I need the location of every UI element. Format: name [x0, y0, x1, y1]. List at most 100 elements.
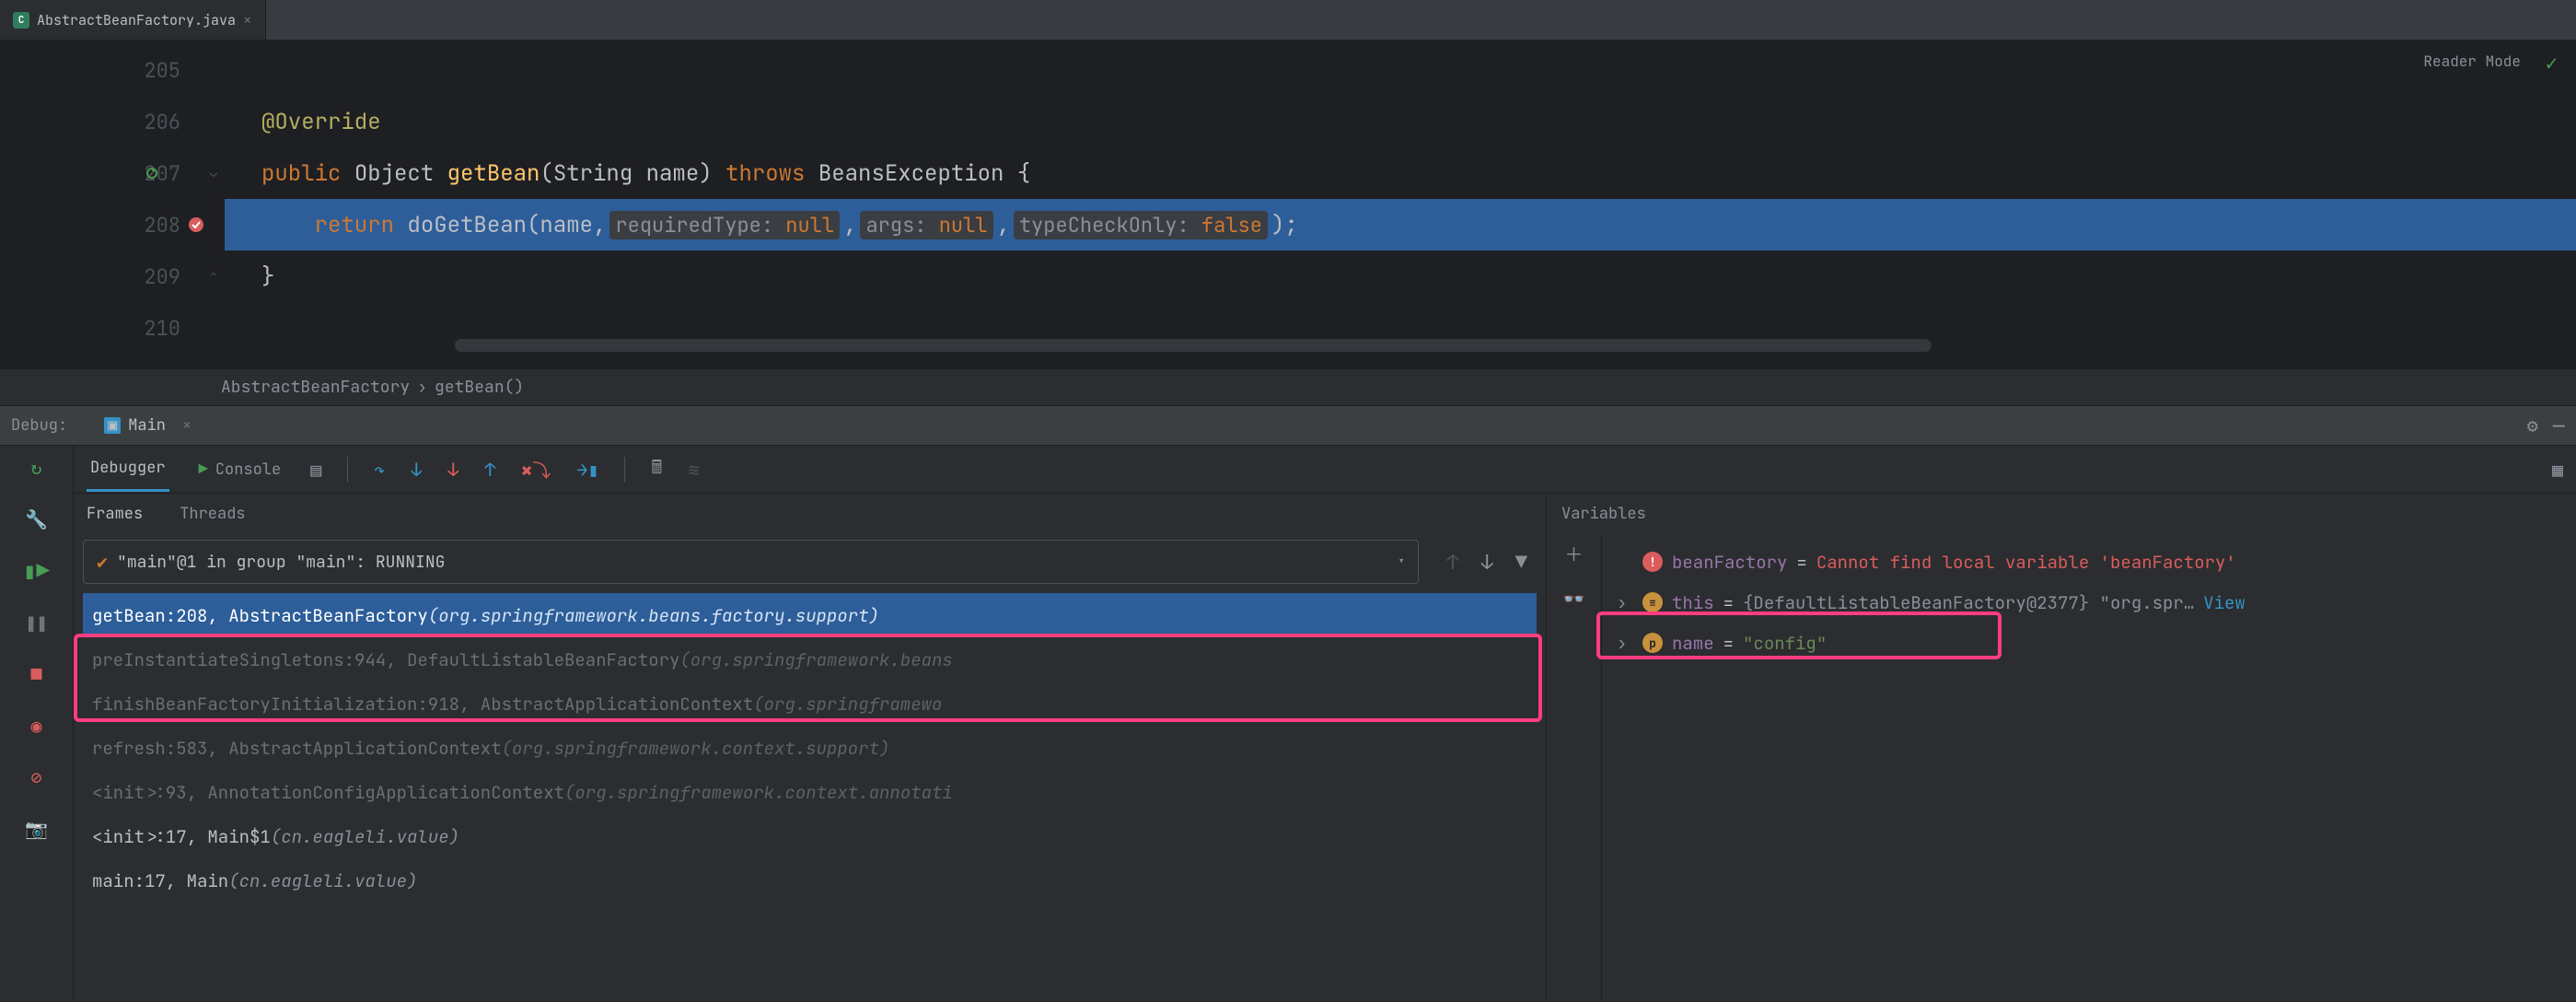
gutter: 205 206 207 208 209 210: [0, 41, 203, 368]
inlay-hint: typeCheckOnly: false: [1014, 211, 1268, 239]
code-editor[interactable]: 205 206 207 208 209 210 ⌄ ⌃ Reader Mode …: [0, 41, 2576, 368]
tab-console[interactable]: ▶Console: [195, 449, 285, 491]
gear-icon[interactable]: ⚙: [2527, 414, 2538, 437]
java-class-icon: C: [13, 12, 29, 29]
line-number: 209: [144, 263, 180, 290]
breadcrumb-separator-icon: ›: [417, 377, 427, 398]
breadcrumb-item[interactable]: AbstractBeanFactory: [221, 377, 410, 398]
fold-handle-icon[interactable]: ⌃: [203, 250, 225, 302]
breakpoint-verified-icon[interactable]: [188, 216, 204, 233]
stack-frame[interactable]: preInstantiateSingletons:944, DefaultLis…: [83, 637, 1537, 682]
variable-row[interactable]: !beanFactory = Cannot find local variabl…: [1611, 542, 2567, 582]
show-watches-icon[interactable]: 👓: [1562, 587, 1585, 611]
step-into-icon[interactable]: ↓: [411, 458, 422, 482]
expand-icon[interactable]: ›: [1617, 591, 1633, 614]
layout-icon[interactable]: ▤: [310, 458, 321, 482]
reader-mode-label[interactable]: Reader Mode: [2423, 52, 2521, 71]
modify-run-config-icon[interactable]: 🔧: [24, 507, 50, 532]
code-token: }: [261, 262, 274, 291]
variable-kind-icon: !: [1642, 552, 1663, 572]
tab-filename: AbstractBeanFactory.java: [37, 11, 236, 29]
debug-side-toolbar: ↻ 🔧 ▮▶ ❚❚ ■ ◉ ⊘ 📷: [0, 446, 74, 1002]
expand-icon[interactable]: ›: [1617, 632, 1633, 655]
line-number: 205: [144, 57, 180, 84]
code-token: ,: [997, 211, 1010, 239]
fold-handle-icon[interactable]: ⌄: [203, 147, 225, 199]
horizontal-scrollbar[interactable]: [455, 339, 1932, 352]
code-token: (String name): [540, 159, 712, 188]
mute-breakpoints-icon[interactable]: ⊘: [24, 764, 50, 790]
code-token: return: [315, 211, 394, 239]
subtab-threads[interactable]: Threads: [180, 504, 245, 524]
check-icon: ✔: [97, 550, 108, 574]
thread-label: "main"@1 in group "main": RUNNING: [117, 552, 1388, 573]
editor-tab[interactable]: C AbstractBeanFactory.java ×: [0, 0, 266, 40]
run-config-name: Main: [128, 415, 166, 436]
trace-current-stream-icon[interactable]: ≋: [688, 458, 699, 482]
thread-dump-icon[interactable]: 📷: [24, 816, 50, 842]
new-watch-icon[interactable]: ＋: [1565, 540, 1584, 566]
next-frame-icon[interactable]: ↓: [1481, 549, 1493, 576]
application-icon: ▣: [104, 417, 121, 434]
inlay-hint: requiredType: null: [609, 211, 840, 239]
stack-frame[interactable]: <init>:93, AnnotationConfigApplicationCo…: [83, 770, 1537, 814]
rerun-icon[interactable]: ↻: [24, 455, 50, 481]
variables-list[interactable]: !beanFactory = Cannot find local variabl…: [1602, 534, 2576, 1002]
reader-mode-check-icon[interactable]: ✓: [2546, 50, 2558, 76]
breadcrumb[interactable]: AbstractBeanFactory › getBean(): [0, 368, 2576, 405]
layout-settings-icon[interactable]: ▦: [2552, 458, 2563, 482]
breadcrumb-item[interactable]: getBean(): [435, 377, 524, 398]
stack-frame[interactable]: refresh:583, AbstractApplicationContext …: [83, 726, 1537, 770]
code-token: throws: [725, 159, 805, 188]
subtab-frames[interactable]: Frames: [87, 504, 143, 524]
debug-toolwindow-header: Debug: ▣ Main × ⚙ —: [0, 405, 2576, 446]
line-number: 206: [144, 109, 180, 135]
code-token: public: [261, 159, 341, 188]
debugger-tab-row: Debugger ▶Console ▤ ↷ ↓ ↓ ↑ ✖⤵ →▮ 🖩 ≋ ▦: [74, 446, 2576, 494]
code-token: doGetBean: [407, 211, 527, 239]
line-number: 208: [144, 212, 180, 239]
frames-list[interactable]: getBean:208, AbstractBeanFactory (org.sp…: [74, 589, 1546, 1002]
editor-tab-bar: C AbstractBeanFactory.java ×: [0, 0, 2576, 41]
minimize-icon[interactable]: —: [2553, 413, 2565, 439]
filter-icon[interactable]: ▼: [1515, 549, 1527, 576]
view-link[interactable]: View: [2203, 591, 2245, 614]
execution-line: return doGetBean(name, requiredType: nul…: [225, 199, 2576, 250]
previous-frame-icon[interactable]: ↑: [1446, 549, 1458, 576]
frames-sub-tabs: Frames Threads: [74, 494, 1546, 534]
stack-frame[interactable]: main:17, Main (cn.eagleli.value): [83, 858, 1537, 903]
step-out-icon[interactable]: ↑: [484, 458, 495, 482]
chevron-down-icon[interactable]: ▾: [1398, 553, 1405, 570]
force-step-into-icon[interactable]: ↓: [447, 458, 458, 482]
tab-debugger[interactable]: Debugger: [87, 447, 169, 492]
thread-selector[interactable]: ✔ "main"@1 in group "main": RUNNING ▾: [83, 540, 1419, 584]
stop-icon[interactable]: ■: [24, 661, 50, 687]
stack-frame[interactable]: finishBeanFactoryInitialization:918, Abs…: [83, 682, 1537, 726]
resume-icon[interactable]: ▮▶: [24, 558, 50, 584]
code-token: Object: [354, 159, 434, 188]
stack-frame[interactable]: <init>:17, Main$1 (cn.eagleli.value): [83, 814, 1537, 858]
pause-icon[interactable]: ❚❚: [24, 610, 50, 635]
line-number: 210: [144, 315, 180, 342]
step-over-icon[interactable]: ↷: [374, 458, 385, 482]
run-configuration[interactable]: ▣ Main ×: [104, 415, 191, 436]
code-token: ,: [843, 211, 856, 239]
code-token: (name,: [527, 211, 606, 239]
code-token: BeansException {: [818, 159, 1030, 188]
variable-row[interactable]: ›≡this = {DefaultListableBeanFactory@237…: [1611, 582, 2567, 623]
run-to-cursor-icon[interactable]: →▮: [576, 458, 598, 482]
toolwindow-title: Debug:: [11, 415, 67, 436]
code-token: getBean: [447, 159, 540, 188]
vcs-change-icon: [145, 167, 158, 180]
fold-column: ⌄ ⌃: [203, 41, 225, 368]
code-token: );: [1271, 211, 1298, 239]
inlay-hint: args: null: [860, 211, 992, 239]
close-icon[interactable]: ×: [182, 415, 191, 436]
variable-row[interactable]: ›pname = "config": [1611, 623, 2567, 663]
variables-toolbar: ＋ 👓: [1547, 534, 1602, 1002]
drop-frame-icon[interactable]: ✖⤵: [521, 456, 551, 483]
close-icon[interactable]: ×: [243, 10, 252, 29]
view-breakpoints-icon[interactable]: ◉: [24, 713, 50, 739]
stack-frame[interactable]: getBean:208, AbstractBeanFactory (org.sp…: [83, 593, 1537, 637]
evaluate-expression-icon[interactable]: 🖩: [651, 454, 662, 485]
